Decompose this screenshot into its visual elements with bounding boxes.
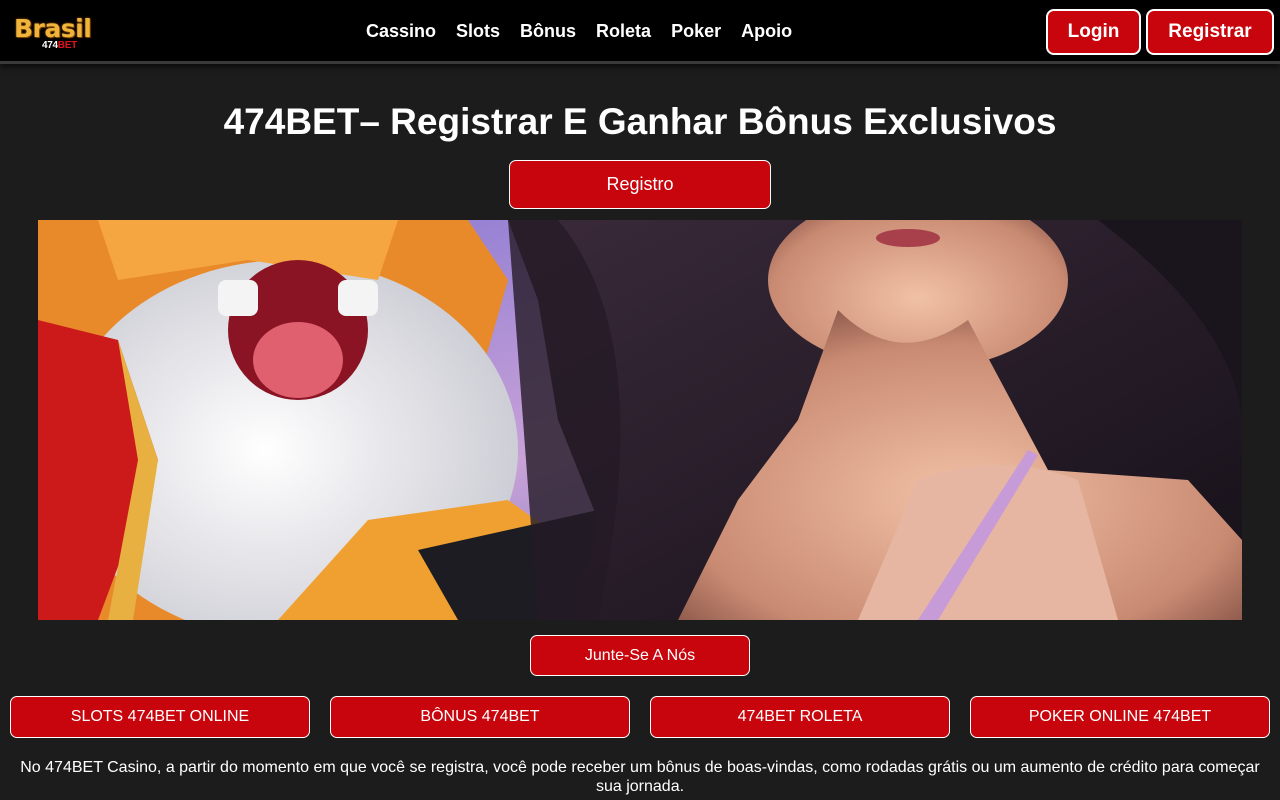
nav-slots[interactable]: Slots: [456, 20, 500, 42]
intro-paragraph: No 474BET Casino, a partir do momento em…: [20, 759, 1260, 795]
join-us-button[interactable]: Junte-Se A Nós: [530, 635, 750, 676]
nav-bonus[interactable]: Bônus: [520, 20, 576, 42]
register-button[interactable]: Registrar: [1146, 9, 1274, 55]
login-button[interactable]: Login: [1046, 9, 1141, 55]
nav-cassino[interactable]: Cassino: [366, 20, 436, 42]
nav-poker[interactable]: Poker: [671, 20, 721, 42]
main-nav: Cassino Slots Bônus Roleta Poker Apoio: [366, 20, 812, 42]
category-slots-button[interactable]: SLOTS 474BET ONLINE: [10, 696, 310, 738]
category-roleta-button[interactable]: 474BET ROLETA: [650, 696, 950, 738]
top-header: Brasil 474BET Cassino Slots Bônus Roleta…: [0, 0, 1280, 64]
category-poker-button[interactable]: POKER ONLINE 474BET: [970, 696, 1270, 738]
logo-word: Brasil: [14, 14, 92, 43]
hero-illustration: [38, 220, 1242, 620]
logo-subtext: 474BET: [42, 40, 77, 51]
brand-logo[interactable]: Brasil 474BET: [14, 14, 110, 56]
category-bonus-button[interactable]: BÔNUS 474BET: [330, 696, 630, 738]
nav-apoio[interactable]: Apoio: [741, 20, 792, 42]
hero-banner-image: [38, 220, 1242, 620]
nav-roleta[interactable]: Roleta: [596, 20, 651, 42]
registro-button[interactable]: Registro: [509, 160, 771, 209]
page-title: 474BET– Registrar E Ganhar Bônus Exclusi…: [223, 101, 1057, 142]
